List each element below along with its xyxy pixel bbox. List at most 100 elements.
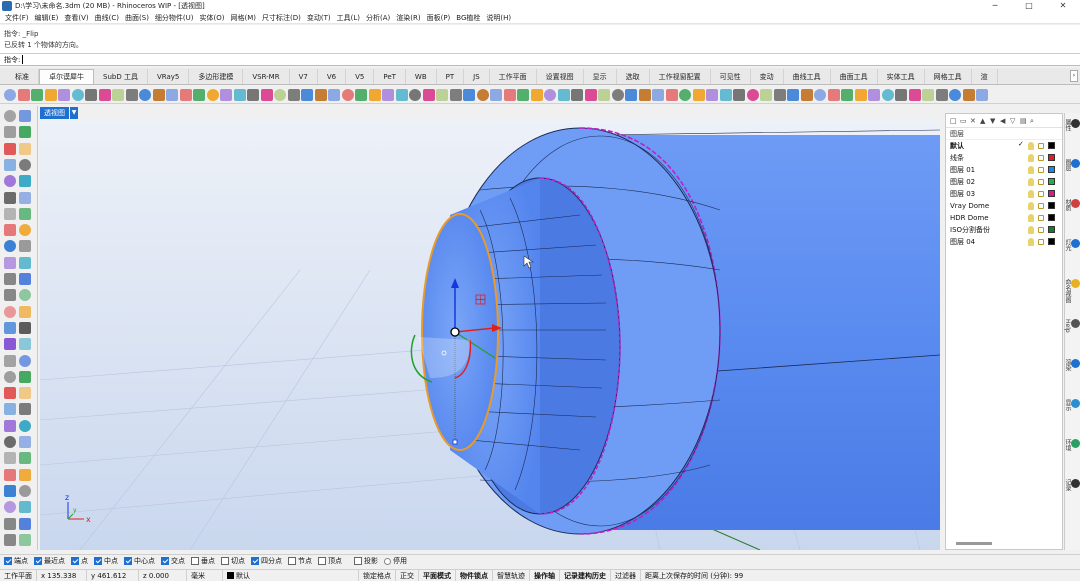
- visibility-bulb-icon[interactable]: [1028, 202, 1034, 210]
- left-tool-icon[interactable]: [19, 436, 31, 448]
- left-tool-icon[interactable]: [4, 501, 16, 514]
- layer-row[interactable]: 图层 01: [946, 164, 1062, 176]
- tab-pt[interactable]: PT: [437, 69, 465, 84]
- toolbar-tool-icon[interactable]: [314, 88, 327, 101]
- left-tool-icon[interactable]: [4, 452, 16, 465]
- tab-render[interactable]: 渲: [972, 69, 998, 84]
- toolbar-tool-icon[interactable]: [58, 88, 70, 101]
- toolbar-tool-icon[interactable]: [31, 88, 43, 101]
- toolbar-tool-icon[interactable]: [44, 88, 57, 101]
- tab-scroll-button[interactable]: ›: [1070, 70, 1078, 82]
- menu-dimension[interactable]: 尺寸标注(D): [259, 13, 304, 23]
- toolbar-tool-icon[interactable]: [436, 88, 448, 101]
- toolbar-tool-icon[interactable]: [395, 88, 408, 101]
- toolbar-tool-icon[interactable]: [746, 88, 759, 101]
- toolbar-tool-icon[interactable]: [584, 88, 597, 101]
- layer-color-swatch[interactable]: [1048, 166, 1055, 173]
- osnap-option[interactable]: 交点: [161, 556, 185, 566]
- toolbar-tool-icon[interactable]: [773, 88, 786, 101]
- viewport-scene[interactable]: z x y: [40, 120, 940, 550]
- osnap-option[interactable]: 停用: [384, 556, 407, 566]
- lock-icon[interactable]: [1038, 167, 1044, 173]
- left-tool-icon[interactable]: [19, 533, 31, 546]
- toolbar-tool-icon[interactable]: [98, 88, 111, 101]
- visibility-bulb-icon[interactable]: [1028, 178, 1034, 186]
- new-sublayer-icon[interactable]: ▭: [960, 117, 968, 125]
- tab-subd-tools[interactable]: SubD 工具: [94, 69, 148, 84]
- layer-color-swatch[interactable]: [1048, 214, 1055, 221]
- left-tool-icon[interactable]: [4, 533, 16, 546]
- menu-subd[interactable]: 细分物件(U): [152, 13, 197, 23]
- left-tool-icon[interactable]: [4, 126, 16, 139]
- layer-color-swatch[interactable]: [1048, 226, 1055, 233]
- history-tab[interactable]: 记录: [1064, 479, 1080, 491]
- layer-row[interactable]: 默认 ✓: [946, 140, 1062, 152]
- status-grid-snap[interactable]: 锁定格点: [359, 569, 396, 581]
- left-tool-icon[interactable]: [4, 419, 16, 432]
- left-tool-icon[interactable]: [19, 110, 31, 122]
- menu-file[interactable]: 文件(F): [2, 13, 32, 23]
- toolbar-tool-icon[interactable]: [274, 88, 286, 101]
- osnap-option[interactable]: 端点: [4, 556, 28, 566]
- environment-tab[interactable]: 环境: [1064, 439, 1080, 451]
- materials-tab[interactable]: 材质: [1064, 199, 1080, 211]
- horizontal-scrollbar[interactable]: [956, 542, 992, 545]
- close-button[interactable]: ✕: [1046, 0, 1080, 12]
- tab-curve-tools[interactable]: 曲线工具: [784, 69, 831, 84]
- left-tool-icon[interactable]: [19, 321, 31, 334]
- lock-icon[interactable]: [1038, 155, 1044, 161]
- toolbar-tool-icon[interactable]: [409, 88, 421, 101]
- new-layer-icon[interactable]: □: [950, 117, 958, 125]
- osnap-checkbox[interactable]: [251, 557, 259, 565]
- toolbar-tool-icon[interactable]: [935, 88, 948, 101]
- left-tool-icon[interactable]: [4, 207, 16, 220]
- tab-select[interactable]: 选取: [617, 69, 650, 84]
- delete-icon[interactable]: ✕: [970, 117, 978, 125]
- toolbar-tool-icon[interactable]: [247, 88, 259, 101]
- toolbar-tool-icon[interactable]: [868, 88, 880, 101]
- left-tool-icon[interactable]: [4, 273, 16, 285]
- named-views-tab[interactable]: 命名视图: [1064, 279, 1080, 303]
- toolbar-tool-icon[interactable]: [638, 88, 651, 101]
- toolbar-tool-icon[interactable]: [652, 88, 664, 101]
- osnap-option[interactable]: 中点: [94, 556, 118, 566]
- layer-color-swatch[interactable]: [1048, 142, 1055, 149]
- layer-row[interactable]: 线条: [946, 152, 1062, 164]
- osnap-option[interactable]: 顶点: [318, 556, 342, 566]
- toolbar-tool-icon[interactable]: [368, 88, 381, 101]
- left-tool-icon[interactable]: [4, 321, 16, 334]
- toolbar-tool-icon[interactable]: [679, 88, 691, 101]
- menu-mesh[interactable]: 网格(M): [228, 13, 260, 23]
- menu-tools[interactable]: 工具(L): [334, 13, 363, 23]
- toolbar-tool-icon[interactable]: [787, 88, 799, 101]
- toolbar-tool-icon[interactable]: [463, 88, 475, 101]
- layers-tab[interactable]: 图层: [1064, 159, 1080, 171]
- visibility-bulb-icon[interactable]: [1028, 166, 1034, 174]
- tab-transform[interactable]: 变动: [751, 69, 784, 84]
- lock-icon[interactable]: [1038, 239, 1044, 245]
- left-tool-icon[interactable]: [4, 289, 16, 302]
- tab-polygon[interactable]: 多边形建模: [189, 69, 244, 84]
- tab-v6[interactable]: V6: [318, 69, 347, 84]
- left-tool-icon[interactable]: [4, 436, 16, 448]
- left-tool-icon[interactable]: [19, 273, 31, 285]
- lock-icon[interactable]: [1038, 215, 1044, 221]
- lock-icon[interactable]: [1038, 203, 1044, 209]
- toolbar-tool-icon[interactable]: [800, 88, 813, 101]
- toolbar-tool-icon[interactable]: [112, 88, 124, 101]
- toolbar-tool-icon[interactable]: [706, 88, 718, 101]
- status-filter[interactable]: 过滤器: [611, 569, 641, 581]
- layer-color-swatch[interactable]: [1048, 238, 1055, 245]
- left-tool-icon[interactable]: [19, 224, 31, 237]
- toolbar-tool-icon[interactable]: [530, 88, 543, 101]
- toolbar-tool-icon[interactable]: [287, 88, 300, 101]
- toolbar-tool-icon[interactable]: [301, 88, 313, 101]
- osnap-option[interactable]: 最近点: [34, 556, 65, 566]
- layer-row[interactable]: HDR Dome: [946, 212, 1062, 224]
- visibility-bulb-icon[interactable]: [1028, 190, 1034, 198]
- toolbar-tool-icon[interactable]: [598, 88, 610, 101]
- toolbar-tool-icon[interactable]: [220, 88, 232, 101]
- filter-icon[interactable]: ▽: [1010, 117, 1018, 125]
- left-tool-icon[interactable]: [4, 191, 16, 204]
- menu-curve[interactable]: 曲线(C): [92, 13, 122, 23]
